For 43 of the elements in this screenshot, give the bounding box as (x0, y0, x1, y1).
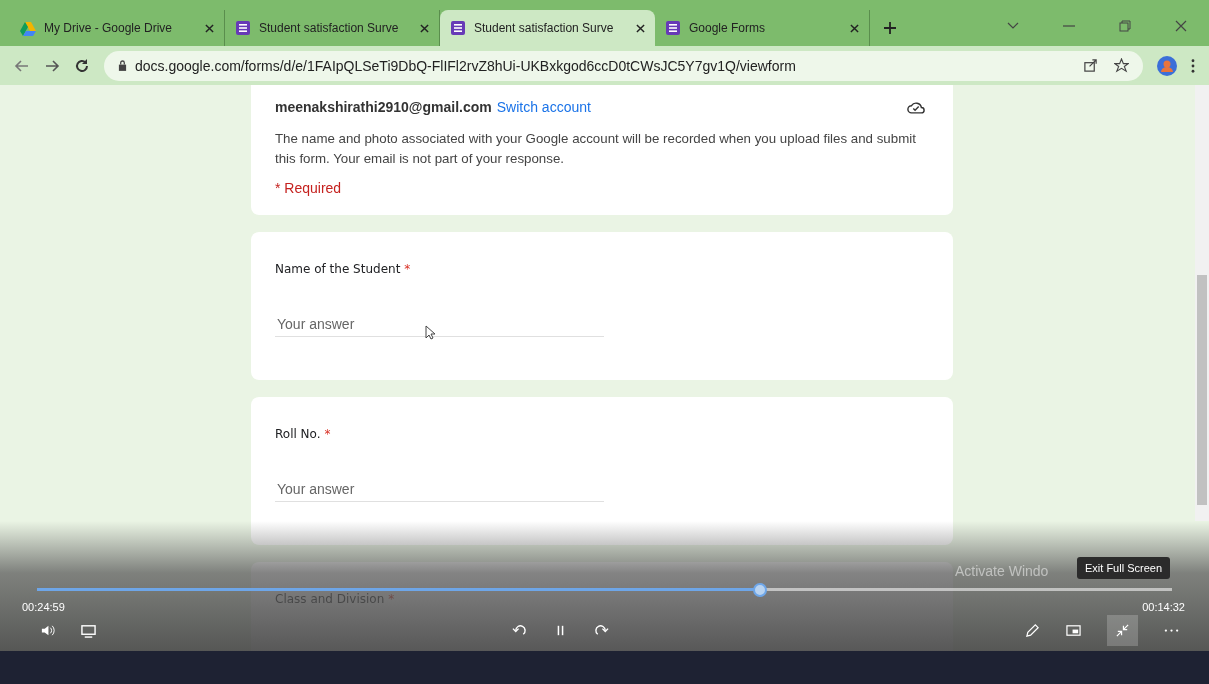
question-title: Roll No. (275, 427, 321, 441)
close-icon[interactable] (636, 23, 645, 33)
exit-fullscreen-icon[interactable] (1107, 614, 1138, 646)
scrollbar[interactable] (1195, 85, 1209, 521)
browser-tab[interactable]: Student satisfaction Surve (440, 10, 655, 46)
new-tab-icon[interactable] (884, 22, 896, 34)
form-icon (450, 20, 466, 36)
rewind-icon[interactable] (512, 622, 527, 638)
activation-watermark: Activate Windo (955, 563, 1049, 579)
elapsed-time: 00:24:59 (22, 601, 65, 613)
form-icon (665, 20, 681, 36)
close-icon[interactable] (850, 23, 859, 33)
form-icon (235, 20, 251, 36)
required-mark: * (388, 592, 395, 606)
remaining-time: 00:14:32 (1142, 601, 1185, 613)
drive-icon (20, 20, 36, 36)
reload-icon[interactable] (74, 57, 90, 74)
restore-icon[interactable] (1119, 20, 1131, 32)
question-title: Name of the Student (275, 262, 401, 276)
lock-icon (118, 60, 127, 71)
notice-text: The name and photo associated with your Google account will be recorded when you upload files and submit this form. Your email is not part of your response. (275, 130, 917, 168)
close-icon[interactable] (205, 23, 214, 33)
forward-icon[interactable] (44, 57, 60, 74)
account-email: meenakshirathi2910@gmail.com (275, 99, 492, 115)
share-icon[interactable] (1083, 58, 1098, 73)
avatar-icon[interactable] (1157, 55, 1177, 76)
required-mark: * (324, 427, 331, 441)
more-icon[interactable] (1191, 58, 1195, 73)
fast-forward-icon[interactable] (594, 622, 609, 638)
tooltip: Exit Full Screen (1077, 557, 1171, 579)
address-bar[interactable]: docs.google.com/forms/d/e/1FAIpQLSeTi9DbQ-FlIFl2rvZ8hUi-UKBxkgod6ccD0tCWsJC5Y7gv1Q/viewform (104, 50, 1143, 81)
back-icon[interactable] (14, 57, 30, 74)
required-mark: * (404, 262, 411, 276)
star-icon[interactable] (1114, 58, 1129, 73)
close-icon[interactable] (420, 23, 429, 33)
pen-icon[interactable] (1025, 622, 1040, 638)
scrollbar-thumb[interactable] (1197, 275, 1207, 505)
switch-account-link[interactable]: Switch account (496, 99, 591, 115)
mouse-cursor-icon (425, 325, 435, 340)
cloud-check-icon (907, 100, 925, 114)
miniplayer-icon[interactable] (1066, 622, 1081, 638)
volume-icon[interactable] (40, 622, 55, 638)
required-note: * Required (275, 180, 342, 196)
